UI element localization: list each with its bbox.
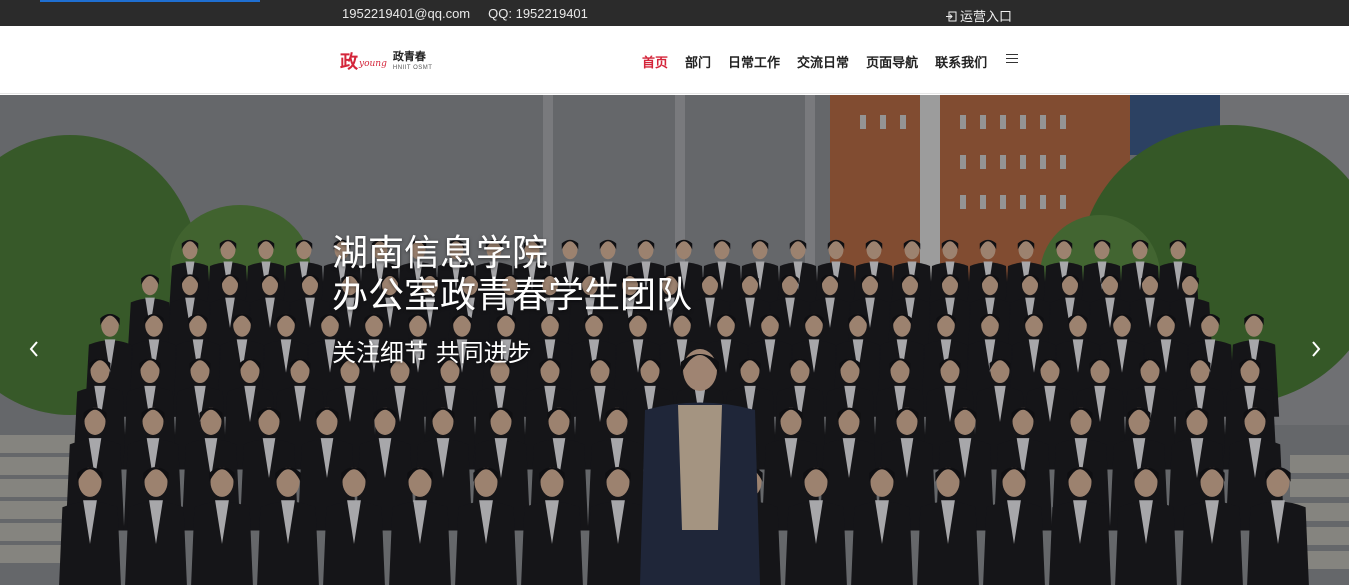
carousel-next-button[interactable] xyxy=(1306,337,1326,361)
hero-caption: 湖南信息学院 办公室政青春学生团队 关注细节 共同进步 xyxy=(332,233,692,368)
hero-title-line-2: 办公室政青春学生团队 xyxy=(332,275,693,316)
logo-name-cn: 政青春 xyxy=(392,50,426,63)
chevron-right-icon xyxy=(1312,341,1321,357)
operations-entry-link[interactable]: 运营入口 xyxy=(946,6,1012,25)
contact-email: 1952219401@qq.com xyxy=(342,6,471,21)
hero-title-line-1: 湖南信息学院 xyxy=(332,233,549,274)
top-accent-line xyxy=(40,0,260,2)
nav-item-daily-work[interactable]: 日常工作 xyxy=(728,52,780,71)
nav-item-home[interactable]: 首页 xyxy=(642,52,669,99)
operations-entry-label: 运营入口 xyxy=(960,9,1013,24)
logo-script: young xyxy=(359,59,387,69)
hero-subtitle: 关注细节 共同进步 xyxy=(332,339,532,367)
main-nav: 首页 部门 日常工作 交流日常 页面导航 联系我们 xyxy=(642,52,1019,99)
hamburger-menu-icon[interactable] xyxy=(1006,53,1019,64)
hero-banner: 湖南信息学院 办公室政青春学生团队 关注细节 共同进步 xyxy=(0,95,1349,585)
contact-qq: QQ: 1952219401 xyxy=(488,6,588,21)
logo-seal: 政 xyxy=(340,52,358,73)
site-logo[interactable]: 政 young 政青春 HNIIT OSMT xyxy=(340,46,452,76)
logo-name-block: 政青春 HNIIT OSMT xyxy=(392,50,433,71)
top-info-bar: 1952219401@qq.com QQ: 1952219401 运营入口 xyxy=(0,0,1349,26)
carousel-prev-button[interactable] xyxy=(24,337,44,361)
logo-name-en: HNIIT OSMT xyxy=(392,64,433,71)
site-header: 政 young 政青春 HNIIT OSMT 首页 部门 日常工作 交流日常 页… xyxy=(0,26,1349,99)
login-icon xyxy=(946,10,957,22)
nav-item-contact[interactable]: 联系我们 xyxy=(935,52,987,71)
contact-info: 1952219401@qq.com QQ: 1952219401 xyxy=(342,6,588,21)
nav-item-departments[interactable]: 部门 xyxy=(685,52,711,71)
nav-item-exchange[interactable]: 交流日常 xyxy=(797,52,849,71)
chevron-left-icon xyxy=(29,341,38,357)
nav-item-page-nav[interactable]: 页面导航 xyxy=(866,52,918,71)
